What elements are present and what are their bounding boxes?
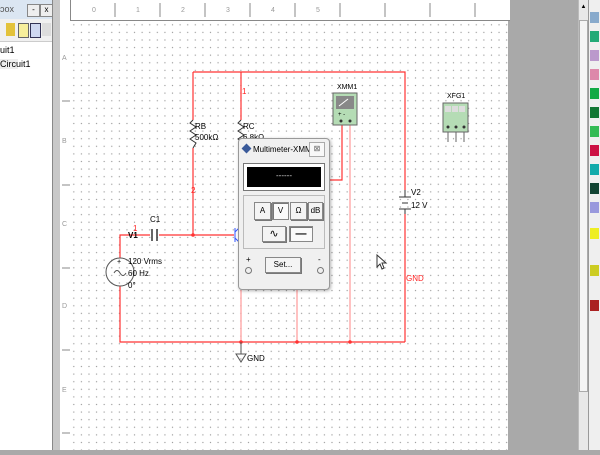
net-label-2: 2 xyxy=(191,186,196,195)
instruments-toolbar xyxy=(588,0,600,450)
wire-bottom[interactable] xyxy=(119,286,405,343)
svg-text:0°: 0° xyxy=(128,281,136,290)
scroll-up-arrow-icon[interactable]: ▲ xyxy=(579,4,588,10)
logic-analyzer-tool-icon[interactable] xyxy=(590,164,599,175)
svg-text:+: + xyxy=(117,259,121,266)
resistor-rb[interactable]: RB 500kΩ xyxy=(189,119,218,149)
net-label-1: 1 xyxy=(242,87,247,96)
bode-plotter-tool-icon[interactable] xyxy=(590,107,599,118)
oscilloscope-tool-icon[interactable] xyxy=(590,69,599,80)
dc-source-v2[interactable]: V2 12 V xyxy=(399,188,428,214)
ac-source-v1[interactable]: + V1 120 Vrms 60 Hz 0° xyxy=(105,231,162,290)
junction-dot xyxy=(191,233,195,237)
svg-text:XFG1: XFG1 xyxy=(447,93,465,100)
mouse-cursor-icon xyxy=(376,253,388,270)
close-button[interactable]: ⊠ xyxy=(309,142,325,157)
svg-text:XMM1: XMM1 xyxy=(337,84,357,91)
capacitor-c1[interactable]: C1 xyxy=(150,215,161,241)
tektronix-tool-icon[interactable] xyxy=(590,265,599,276)
function-generator-xfg1-symbol[interactable]: XFG1 xyxy=(442,93,469,142)
wattmeter-tool-icon[interactable] xyxy=(590,50,599,61)
svg-text:GND: GND xyxy=(247,354,265,363)
agilent-tool-icon[interactable] xyxy=(590,228,599,239)
wire-xmm-plus[interactable] xyxy=(330,125,343,181)
junction-dot xyxy=(295,340,299,344)
plus-terminal[interactable] xyxy=(245,267,252,274)
multimeter-xmm1-symbol[interactable]: XMM1 + - xyxy=(332,84,358,126)
multimeter-title: Multimeter-XMM1 xyxy=(253,145,317,154)
plus-terminal-label: + xyxy=(246,255,251,264)
svg-text:RC: RC xyxy=(243,122,255,131)
multimeter-tool-icon[interactable] xyxy=(590,12,599,23)
multimeter-window[interactable]: Multimeter-XMM1 ⊠ ------ A V Ω dB ∿ — + … xyxy=(238,138,330,290)
mode-db-button[interactable]: dB xyxy=(308,202,323,220)
probe-tool-icon[interactable] xyxy=(590,300,599,311)
meter-readout: ------ xyxy=(247,167,321,187)
svg-text:V2: V2 xyxy=(411,188,421,197)
svg-text:500kΩ: 500kΩ xyxy=(195,133,218,142)
svg-text:+ -: + - xyxy=(338,112,345,118)
svg-text:C1: C1 xyxy=(150,215,161,224)
minus-terminal-label: - xyxy=(318,255,321,264)
svg-text:120 Vrms: 120 Vrms xyxy=(128,257,162,266)
multimeter-icon xyxy=(241,143,252,154)
net-label-gnd: GND xyxy=(406,274,424,283)
svg-text:60 Hz: 60 Hz xyxy=(128,269,149,278)
mode-ammeter-button[interactable]: A xyxy=(254,202,271,220)
frequency-counter-tool-icon[interactable] xyxy=(590,126,599,137)
mode-ohmmeter-button[interactable]: Ω xyxy=(290,202,307,220)
svg-text:12 V: 12 V xyxy=(411,201,428,210)
svg-text:RB: RB xyxy=(195,122,206,131)
four-channel-scope-tool-icon[interactable] xyxy=(590,88,599,99)
iv-analyzer-tool-icon[interactable] xyxy=(590,202,599,213)
ground-symbol[interactable]: GND xyxy=(235,342,265,363)
function-generator-tool-icon[interactable] xyxy=(590,31,599,42)
mode-voltmeter-button[interactable]: V xyxy=(272,202,289,220)
word-generator-tool-icon[interactable] xyxy=(590,145,599,156)
set-button[interactable]: Set... xyxy=(265,257,301,273)
junction-dot xyxy=(348,340,352,344)
meter-display-frame: ------ xyxy=(243,163,325,191)
minus-terminal[interactable] xyxy=(317,267,324,274)
scrollbar-thumb[interactable] xyxy=(579,20,588,392)
logic-converter-tool-icon[interactable] xyxy=(590,183,599,194)
mode-panel: A V Ω dB ∿ — xyxy=(243,195,325,249)
ac-button[interactable]: ∿ xyxy=(262,226,286,242)
net-label-1: 1 xyxy=(133,224,138,233)
dc-button[interactable]: — xyxy=(289,226,313,242)
